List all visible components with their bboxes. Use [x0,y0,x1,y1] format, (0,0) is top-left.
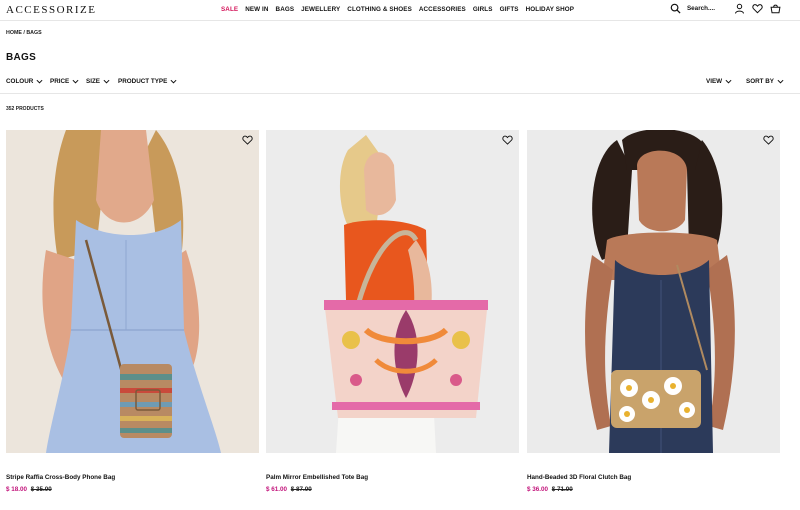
product-name[interactable]: Palm Mirror Embellished Tote Bag [266,474,368,481]
filter-colour[interactable]: COLOUR [6,78,43,85]
account-icon[interactable] [734,3,745,14]
nav-item-holiday-shop[interactable]: HOLIDAY SHOP [526,6,574,13]
filter-bar: COLOUR PRICE SIZE PRODUCT TYPE VIEW SORT… [0,76,800,94]
main-nav: SALE NEW IN BAGS JEWELLERY CLOTHING & SH… [221,6,581,13]
basket-icon[interactable] [770,3,781,14]
product-price: $ 61.00 $ 87.00 [266,486,312,493]
nav-item-girls[interactable]: GIRLS [473,6,493,13]
original-price: $ 87.00 [290,486,312,493]
search-icon [670,3,681,14]
nav-item-clothing-shoes[interactable]: CLOTHING & SHOES [347,6,412,13]
filter-product-type[interactable]: PRODUCT TYPE [118,78,177,85]
product-image[interactable] [527,130,780,453]
filter-colour-label: COLOUR [6,78,34,85]
search-input[interactable]: Search.... [670,3,715,14]
product-photo-woman-tote-bag [266,130,519,453]
nav-item-sale[interactable]: SALE [221,6,238,13]
sort-by-dropdown[interactable]: SORT BY [746,78,784,85]
filter-price[interactable]: PRICE [50,78,79,85]
wishlist-heart-icon[interactable] [502,135,513,145]
product-card: Stripe Raffia Cross-Body Phone Bag $ 18.… [6,130,259,493]
product-price: $ 18.00 $ 35.00 [6,486,52,493]
view-label: VIEW [706,78,723,85]
nav-item-accessories[interactable]: ACCESSORIES [419,6,466,13]
product-card: Palm Mirror Embellished Tote Bag $ 61.00… [266,130,519,493]
nav-item-bags[interactable]: BAGS [276,6,295,13]
chevron-down-icon [36,79,43,84]
product-image[interactable] [266,130,519,453]
product-name[interactable]: Stripe Raffia Cross-Body Phone Bag [6,474,115,481]
sale-price: $ 61.00 [266,486,288,493]
site-header: ACCESSORIZE SALE NEW IN BAGS JEWELLERY C… [0,0,800,21]
nav-item-gifts[interactable]: GIFTS [500,6,519,13]
chevron-down-icon [72,79,79,84]
site-logo[interactable]: ACCESSORIZE [6,4,96,16]
page-title: BAGS [6,52,37,63]
chevron-down-icon [725,79,732,84]
filter-size[interactable]: SIZE [86,78,110,85]
chevron-down-icon [777,79,784,84]
search-placeholder: Search.... [686,5,715,12]
product-photo-woman-blue-dress [6,130,259,453]
product-price: $ 36.00 $ 71.00 [527,486,573,493]
breadcrumb-current: BAGS [26,30,42,36]
sort-by-label: SORT BY [746,78,774,85]
product-card: Hand-Beaded 3D Floral Clutch Bag $ 36.00… [527,130,780,493]
filter-price-label: PRICE [50,78,70,85]
sale-price: $ 36.00 [527,486,549,493]
original-price: $ 71.00 [551,486,573,493]
filter-product-type-label: PRODUCT TYPE [118,78,168,85]
chevron-down-icon [103,79,110,84]
sale-price: $ 18.00 [6,486,28,493]
header-tools: Search.... [670,3,781,14]
wishlist-heart-icon[interactable] [242,135,253,145]
nav-item-jewellery[interactable]: JEWELLERY [301,6,340,13]
breadcrumb: HOME / BAGS [6,30,42,36]
wishlist-icon[interactable] [752,3,763,14]
product-photo-woman-denim-dress [527,130,780,453]
filter-size-label: SIZE [86,78,100,85]
wishlist-heart-icon[interactable] [763,135,774,145]
breadcrumb-separator: / [23,30,25,36]
product-image[interactable] [6,130,259,453]
nav-item-new-in[interactable]: NEW IN [245,6,268,13]
chevron-down-icon [170,79,177,84]
view-dropdown[interactable]: VIEW [706,78,732,85]
product-count: 352 PRODUCTS [6,106,44,112]
breadcrumb-home[interactable]: HOME [6,30,22,36]
product-name[interactable]: Hand-Beaded 3D Floral Clutch Bag [527,474,631,481]
original-price: $ 35.00 [30,486,52,493]
